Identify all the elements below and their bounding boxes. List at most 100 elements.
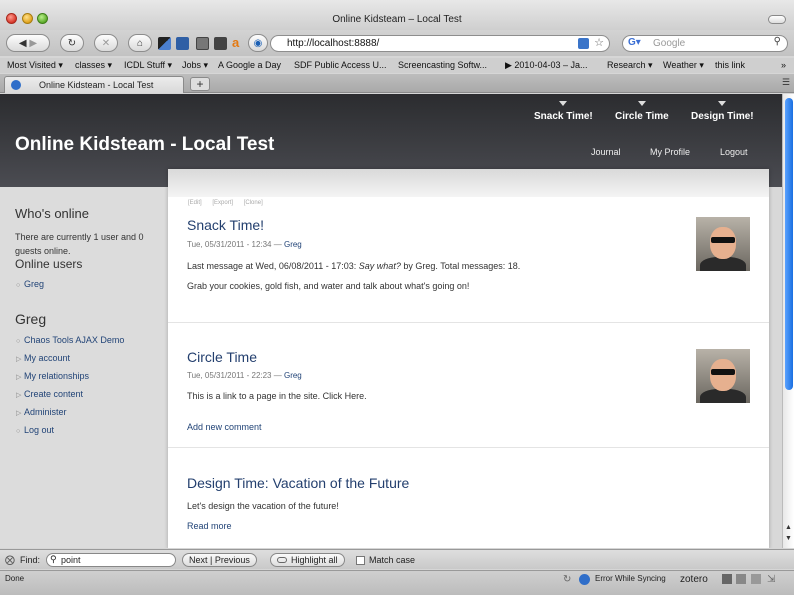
status-bar: Done ↻ Error While Syncing zotero ⇲ bbox=[0, 570, 794, 595]
new-tab-button[interactable]: + bbox=[190, 77, 210, 91]
scroll-up-icon[interactable]: ▲ bbox=[785, 524, 792, 531]
bullet-icon: ○ bbox=[16, 338, 21, 345]
add-new-comment-link[interactable]: Add new comment bbox=[187, 422, 262, 432]
close-find-icon[interactable]: ⨂ bbox=[5, 553, 15, 567]
toolbar-toggle-button[interactable] bbox=[768, 15, 786, 24]
addon-icon[interactable] bbox=[736, 574, 746, 584]
highlight-icon bbox=[277, 557, 287, 563]
bookmark-most-visited[interactable]: Most Visited ▾ bbox=[7, 60, 63, 71]
bookmark-this-link[interactable]: this link bbox=[715, 60, 745, 70]
tab-online-kidsteam[interactable]: Online Kidsteam - Local Test bbox=[4, 76, 184, 93]
back-icon[interactable]: ◀ bbox=[19, 38, 27, 49]
secondary-link-journal[interactable]: Journal bbox=[591, 147, 621, 157]
sidebar: Who's online There are currently 1 user … bbox=[0, 187, 168, 548]
menu-create-content[interactable]: ▷ Create content bbox=[16, 389, 83, 399]
menu-my-relationships[interactable]: ▷ My relationships bbox=[16, 371, 89, 381]
menu-chaos-tools[interactable]: ○ Chaos Tools AJAX Demo bbox=[16, 335, 124, 345]
bookmark-google-a-day[interactable]: A Google a Day bbox=[218, 60, 281, 70]
primary-link-snack-time[interactable]: Snack Time! bbox=[534, 101, 593, 122]
clipboard-icon[interactable] bbox=[196, 37, 209, 50]
back-forward-button[interactable]: ◀ ▶ bbox=[6, 34, 50, 52]
primary-link-circle-time[interactable]: Circle Time bbox=[615, 101, 669, 122]
search-bar[interactable]: G▾ Google ⚲ bbox=[622, 35, 788, 52]
search-placeholder: Google bbox=[653, 38, 686, 49]
find-input[interactable]: ⚲ point bbox=[46, 553, 176, 567]
divider bbox=[168, 322, 769, 323]
bookmark-2010-04-03[interactable]: ▶ 2010-04-03 – Ja... bbox=[505, 60, 587, 71]
node-meta: Tue, 05/31/2011 - 22:23 — Greg bbox=[187, 371, 302, 380]
bookmark-jobs[interactable]: Jobs ▾ bbox=[182, 60, 208, 71]
match-case-checkbox[interactable]: Match case bbox=[356, 553, 415, 567]
collapsed-arrow-icon: ▷ bbox=[16, 356, 22, 363]
bookmark-screencasting[interactable]: Screencasting Softw... bbox=[398, 60, 487, 70]
bookmark-sdf[interactable]: SDF Public Access U... bbox=[294, 60, 387, 70]
tag-icon[interactable] bbox=[214, 37, 227, 50]
bookmark-research[interactable]: Research ▾ bbox=[607, 60, 653, 71]
stop-button[interactable]: ✕ bbox=[94, 34, 118, 52]
extension-icon[interactable] bbox=[158, 37, 171, 50]
read-more-link[interactable]: Read more bbox=[187, 521, 232, 531]
online-users-heading: Online users bbox=[15, 257, 83, 271]
content-top-strip bbox=[168, 169, 769, 197]
bookmark-classes[interactable]: classes ▾ bbox=[75, 60, 112, 71]
sync-icon[interactable]: ↻ bbox=[563, 574, 571, 585]
resize-grip-icon[interactable]: ⇲ bbox=[767, 574, 775, 585]
avatar[interactable] bbox=[696, 217, 750, 271]
site-title[interactable]: Online Kidsteam - Local Test bbox=[15, 134, 274, 156]
tab-list-icon[interactable]: ☰ bbox=[782, 77, 790, 88]
node-title-circle-time[interactable]: Circle Time bbox=[187, 349, 257, 365]
secondary-link-my-profile[interactable]: My Profile bbox=[650, 147, 690, 157]
status-text: Done bbox=[5, 574, 25, 583]
url-text[interactable]: http://localhost:8888/ bbox=[287, 38, 379, 49]
find-next-button[interactable]: Next | Previous bbox=[182, 553, 257, 567]
node-title-snack-time[interactable]: Snack Time! bbox=[187, 217, 264, 233]
menu-my-account[interactable]: ▷ My account bbox=[16, 353, 70, 363]
home-icon: ⌂ bbox=[136, 37, 144, 49]
secondary-link-logout[interactable]: Logout bbox=[720, 147, 748, 157]
find-previous-button[interactable]: Previous bbox=[215, 555, 250, 565]
node-title-design-time[interactable]: Design Time: Vacation of the Future bbox=[187, 475, 409, 491]
search-icon[interactable]: ⚲ bbox=[774, 36, 781, 47]
menu-log-out[interactable]: ○ Log out bbox=[16, 425, 54, 435]
forward-icon[interactable]: ▶ bbox=[29, 38, 37, 49]
online-user-greg[interactable]: ○ Greg bbox=[16, 279, 44, 289]
clone-link[interactable]: [Clone] bbox=[244, 200, 263, 206]
addon-icon[interactable] bbox=[751, 574, 761, 584]
last-message-title[interactable]: Say what? bbox=[359, 261, 401, 271]
vertical-scrollbar[interactable]: ▲ ▼ bbox=[782, 94, 794, 548]
export-link[interactable]: [Export] bbox=[212, 200, 233, 206]
author-link[interactable]: Greg bbox=[284, 371, 302, 380]
web-page: Online Kidsteam - Local Test Snack Time!… bbox=[0, 94, 782, 548]
menu-administer[interactable]: ▷ Administer bbox=[16, 407, 67, 417]
avatar[interactable] bbox=[696, 349, 750, 403]
bookmarks-overflow-chevron[interactable]: » bbox=[781, 60, 786, 70]
bookmark-icdl-stuff[interactable]: ICDL Stuff ▾ bbox=[124, 60, 172, 71]
home-button[interactable]: ⌂ bbox=[128, 34, 152, 52]
favicon-icon bbox=[11, 80, 21, 90]
rss-icon[interactable] bbox=[578, 38, 589, 49]
addon-icon[interactable] bbox=[722, 574, 732, 584]
navigation-toolbar: ◀ ▶ ↻ ✕ ⌂ a ◉ http://localhost:8888/ ☆ G… bbox=[0, 30, 794, 56]
site-identity-button[interactable]: ◉ bbox=[248, 34, 268, 52]
node-body: This is a link to a page in the site. Cl… bbox=[187, 391, 367, 401]
save-icon[interactable] bbox=[176, 37, 189, 50]
primary-link-design-time[interactable]: Design Time! bbox=[691, 101, 754, 122]
node-edit-links: [Edit] [Export] [Clone] bbox=[188, 200, 272, 206]
reload-button[interactable]: ↻ bbox=[60, 34, 84, 52]
find-label: Find: bbox=[20, 555, 41, 565]
zotero-button[interactable]: zotero bbox=[680, 574, 708, 585]
edit-link[interactable]: [Edit] bbox=[188, 200, 202, 206]
whos-online-heading: Who's online bbox=[15, 206, 90, 221]
url-bar[interactable]: http://localhost:8888/ ☆ bbox=[270, 35, 610, 52]
author-link[interactable]: Greg bbox=[284, 240, 302, 249]
highlight-all-button[interactable]: Highlight all bbox=[270, 553, 345, 567]
bookmark-star-icon[interactable]: ☆ bbox=[594, 36, 604, 49]
info-icon[interactable] bbox=[579, 574, 590, 585]
sync-error-text[interactable]: Error While Syncing bbox=[595, 574, 666, 583]
google-icon[interactable]: G▾ bbox=[628, 37, 641, 48]
scroll-down-icon[interactable]: ▼ bbox=[785, 535, 792, 542]
scrollbar-thumb[interactable] bbox=[785, 98, 793, 390]
node-body: Grab your cookies, gold fish, and water … bbox=[187, 281, 470, 291]
bookmark-weather[interactable]: Weather ▾ bbox=[663, 60, 704, 71]
amazon-icon[interactable]: a bbox=[232, 35, 239, 50]
